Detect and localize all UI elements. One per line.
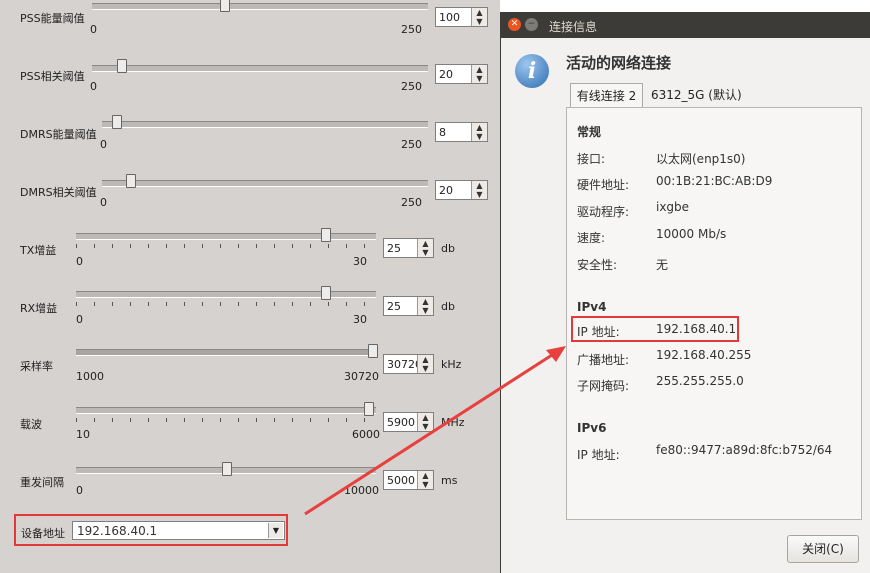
arrow-head <box>546 346 566 362</box>
annotation-arrow <box>304 346 566 516</box>
arrow-line <box>304 353 553 516</box>
